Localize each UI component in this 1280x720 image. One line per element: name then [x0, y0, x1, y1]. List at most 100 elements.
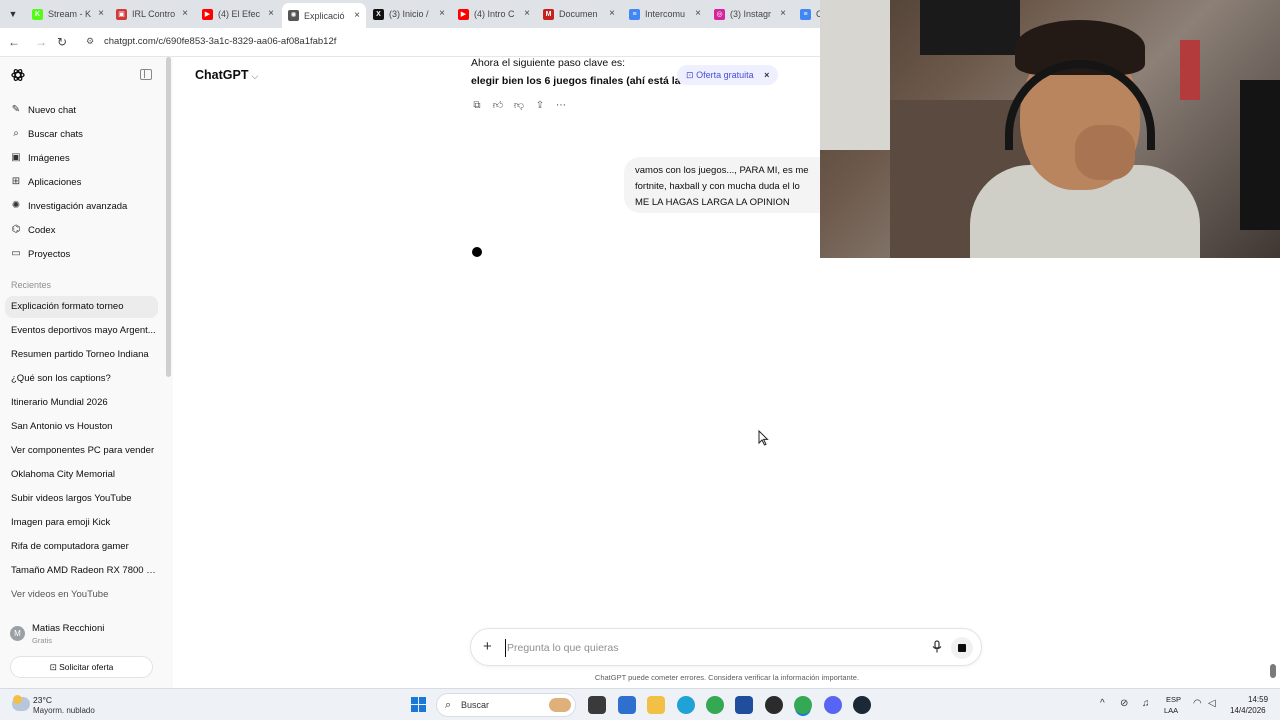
tab-close-icon[interactable]: ×: [182, 3, 188, 25]
images-icon: ▣: [11, 152, 21, 163]
tab-close-icon[interactable]: ×: [695, 3, 701, 25]
user-plan: Gratis: [32, 636, 53, 645]
tab-close-icon[interactable]: ×: [268, 3, 274, 25]
obs-icon[interactable]: [765, 696, 783, 714]
tab-title: IRL Contro: [132, 9, 176, 19]
browser-tab[interactable]: ✺ Explicació ×: [282, 3, 366, 28]
browser-tab[interactable]: K Stream - K ×: [26, 3, 110, 25]
sidebar-item-edit[interactable]: ✎ Nuevo chat: [10, 99, 160, 121]
folder-icon: ▭: [11, 248, 21, 259]
recent-chat-item[interactable]: Itinerario Mundial 2026: [5, 392, 158, 414]
weather-condition[interactable]: Mayorm. nublado: [33, 706, 95, 715]
microphone-tray-icon[interactable]: ♫: [1142, 698, 1150, 709]
sidebar-toggle-icon[interactable]: [140, 69, 152, 80]
copy-icon[interactable]: ⧉: [471, 100, 483, 112]
more-options-icon[interactable]: ⋯: [555, 100, 567, 112]
language-top[interactable]: ESP: [1166, 695, 1181, 704]
tray-overflow-chevron-icon[interactable]: ^: [1100, 698, 1105, 709]
tab-close-icon[interactable]: ×: [524, 3, 530, 25]
wifi-icon[interactable]: ◠: [1193, 698, 1202, 709]
recent-chat-item[interactable]: Ver componentes PC para vender: [5, 440, 158, 462]
steam-icon[interactable]: [853, 696, 871, 714]
browser-tab[interactable]: ▶ (4) Intro C ×: [452, 3, 536, 25]
windows-start-icon[interactable]: [411, 697, 427, 713]
tab-favicon-icon: ✺: [288, 10, 299, 21]
thumbs-down-icon[interactable]: 👎︎: [513, 100, 525, 112]
recent-chat-item[interactable]: Oklahoma City Memorial: [5, 464, 158, 486]
recent-chat-item[interactable]: San Antonio vs Houston: [5, 416, 158, 438]
discord-icon[interactable]: [824, 696, 842, 714]
back-arrow-icon[interactable]: ←: [6, 34, 22, 50]
microphone-icon[interactable]: [930, 640, 944, 654]
free-offer-pill[interactable]: ⊡ Oferta gratuita ×: [677, 65, 779, 85]
address-bar-url[interactable]: chatgpt.com/c/690fe853-3a1c-8329-aa06-af…: [104, 36, 336, 47]
edit-icon: ✎: [11, 104, 21, 115]
weather-icon[interactable]: [12, 695, 30, 711]
browser-tab[interactable]: ≡ Intercomu ×: [623, 3, 707, 25]
browser-tab[interactable]: M Documen ×: [537, 3, 621, 25]
clock-date[interactable]: 14/4/2026: [1230, 706, 1266, 715]
sidebar-item-label: Nuevo chat: [28, 104, 77, 116]
network-off-icon[interactable]: ⊘: [1120, 698, 1128, 709]
prompt-input[interactable]: [505, 639, 905, 657]
tab-close-icon[interactable]: ×: [439, 3, 445, 25]
tab-close-icon[interactable]: ×: [780, 3, 786, 25]
user-profile[interactable]: M Matias Recchioni Gratis: [10, 620, 160, 646]
share-icon[interactable]: ⇪: [534, 100, 546, 112]
plus-icon[interactable]: +: [483, 639, 492, 655]
user-name: Matias Recchioni: [32, 623, 105, 634]
sidebar-item-search[interactable]: ⌕ Buscar chats: [10, 123, 160, 145]
thumbs-up-icon[interactable]: 👍︎: [492, 100, 504, 112]
task-view-icon[interactable]: [588, 696, 606, 714]
recent-chat-item[interactable]: Resumen partido Torneo Indiana: [5, 344, 158, 366]
browser-tab[interactable]: ▶ (4) El Efec ×: [196, 3, 280, 25]
avatar: M: [10, 626, 25, 641]
recent-chat-item[interactable]: Subir videos largos YouTube: [5, 488, 158, 510]
close-icon[interactable]: ×: [764, 70, 769, 80]
recent-chat-item[interactable]: ¿Qué son los captions?: [5, 368, 158, 390]
chatgpt-logo-icon[interactable]: [10, 67, 26, 83]
edge-browser-icon[interactable]: [677, 696, 695, 714]
browser-tab[interactable]: ▣ IRL Contro ×: [110, 3, 194, 25]
widgets-app-icon[interactable]: [618, 696, 636, 714]
browser-tab[interactable]: X (3) Inicio / ×: [367, 3, 451, 25]
tab-close-icon[interactable]: ×: [98, 3, 104, 25]
main-scrollbar[interactable]: [1270, 664, 1276, 678]
stop-generating-button[interactable]: [951, 637, 973, 659]
request-offer-button[interactable]: ⊡ Solicitar oferta: [10, 656, 153, 678]
volume-icon[interactable]: ◁: [1208, 698, 1216, 709]
tab-favicon-icon: K: [32, 8, 43, 20]
file-explorer-icon[interactable]: [647, 696, 665, 714]
sidebar-item-folder[interactable]: ▭ Proyectos: [10, 243, 160, 265]
sidebar-item-codex[interactable]: ⌬ Codex: [10, 219, 160, 241]
chrome-active-icon[interactable]: [794, 696, 812, 714]
browser-tab[interactable]: ◎ (3) Instagr ×: [708, 3, 792, 25]
background-tv: [920, 0, 1020, 55]
tab-list-chevron-icon[interactable]: ▼: [4, 5, 22, 23]
sidebar-item-images[interactable]: ▣ Imágenes: [10, 147, 160, 169]
tab-close-icon[interactable]: ×: [354, 5, 360, 27]
site-info-icon[interactable]: ⚙: [86, 36, 94, 47]
recent-chat-item[interactable]: Eventos deportivos mayo Argent...: [5, 320, 158, 342]
language-bottom[interactable]: LAA: [1164, 706, 1178, 715]
search-icon: ⌕: [13, 128, 19, 139]
sidebar-scrollbar[interactable]: [166, 57, 171, 377]
reload-icon[interactable]: ↻: [54, 34, 70, 50]
tab-close-icon[interactable]: ×: [609, 3, 615, 25]
sidebar-item-research[interactable]: ✺ Investigación avanzada: [10, 195, 160, 217]
recent-chat-item[interactable]: Imagen para emoji Kick: [5, 512, 158, 534]
forward-arrow-icon[interactable]: →: [33, 34, 49, 50]
model-selector[interactable]: ChatGPT ⌵: [195, 68, 258, 82]
recent-chat-item[interactable]: Explicación formato torneo: [5, 296, 158, 318]
recent-chat-item[interactable]: Rifa de computadora gamer: [5, 536, 158, 558]
user-message-line: vamos con los juegos..., PARA MI, es me: [635, 165, 809, 176]
weather-temperature[interactable]: 23°C: [33, 695, 52, 705]
store-icon[interactable]: [735, 696, 753, 714]
recent-chat-item[interactable]: Tamaño AMD Radeon RX 7800 XT: [5, 560, 158, 582]
chrome-icon[interactable]: [706, 696, 724, 714]
recent-chat-item[interactable]: Ver videos en YouTube: [5, 584, 158, 606]
sidebar-item-apps[interactable]: ⊞ Aplicaciones: [10, 171, 160, 193]
taskbar-search[interactable]: ⌕ Buscar: [436, 693, 576, 717]
chevron-down-icon: ⌵: [251, 71, 259, 81]
clock-time[interactable]: 14:59: [1248, 695, 1268, 704]
